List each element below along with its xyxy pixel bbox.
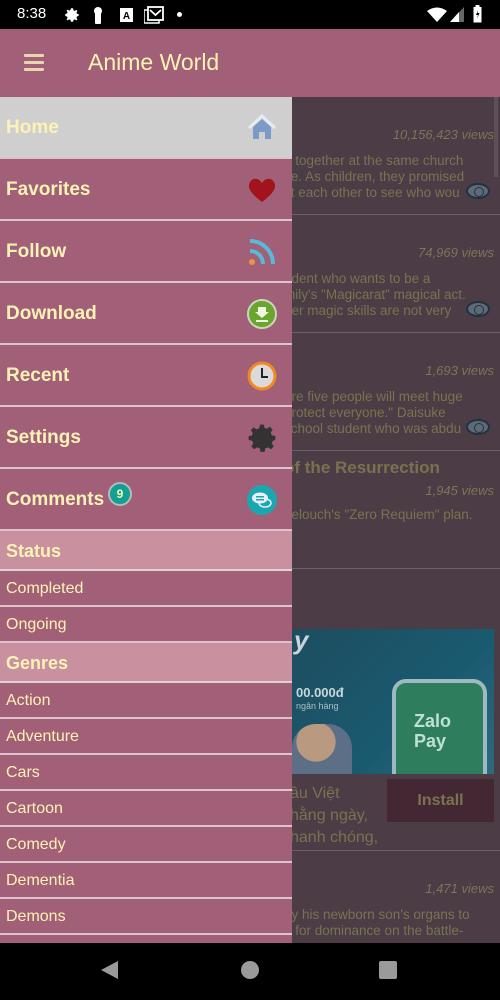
ad-text-line: hằng ngày, xyxy=(290,807,368,824)
home-button[interactable] xyxy=(241,961,259,979)
view-count: 1,945 views xyxy=(425,483,494,498)
status-item-completed[interactable]: Completed xyxy=(0,571,292,607)
description-line: ay his newborn son's organs to xyxy=(284,907,470,922)
description-line: ce. As children, they promised xyxy=(284,169,465,184)
ad-brand-line1: Zalo xyxy=(414,711,452,731)
hamburger-icon[interactable] xyxy=(24,54,44,72)
view-count: 74,969 views xyxy=(418,245,494,260)
system-nav-bar xyxy=(0,943,500,1000)
genre-item-adventure[interactable]: Adventure xyxy=(0,719,292,755)
ad-text-line: ầu Việt xyxy=(290,785,340,802)
description-line: protect everyone." Daisuke xyxy=(284,405,446,420)
section-header-status: Status xyxy=(0,531,292,571)
comments-badge: 9 xyxy=(108,482,132,506)
view-count: 1,471 views xyxy=(425,881,494,896)
description-line: Lelouch's "Zero Requiem" plan. xyxy=(284,507,473,522)
app-bar: Anime World xyxy=(0,29,500,97)
wifi-icon xyxy=(427,7,447,22)
recents-button[interactable] xyxy=(379,961,397,979)
genre-item-demons[interactable]: Demons xyxy=(0,899,292,935)
ad-amount: 00.000đ xyxy=(296,685,344,700)
genre-item-dementia[interactable]: Dementia xyxy=(0,863,292,899)
view-count: 10,156,423 views xyxy=(392,127,494,142)
nav-item-home[interactable]: Home xyxy=(0,97,292,159)
scrollbar[interactable] xyxy=(494,97,498,177)
nav-item-download[interactable]: Download xyxy=(0,283,292,345)
nav-label: Download xyxy=(6,303,97,324)
settings-icon xyxy=(65,8,79,22)
description-line: udent who wants to be a xyxy=(284,271,431,286)
navigation-drawer: Home Favorites Follow Download Recent Se… xyxy=(0,97,292,943)
ad-text-line: hanh chóng, xyxy=(290,829,379,846)
nav-item-follow[interactable]: Follow xyxy=(0,221,292,283)
ad-subtext: ngân hàng xyxy=(296,701,339,711)
description-line: e for dominance on the battle- xyxy=(284,923,464,938)
nav-label: Home xyxy=(6,117,59,138)
home-icon xyxy=(247,113,277,139)
nav-label: Comments xyxy=(6,489,105,510)
nav-item-recent[interactable]: Recent xyxy=(0,345,292,407)
font-a-icon: A xyxy=(120,8,133,22)
nav-item-settings[interactable]: Settings xyxy=(0,407,292,469)
anime-title: of the Resurrection xyxy=(284,458,440,477)
nav-label: Favorites xyxy=(6,179,91,200)
nav-label: Settings xyxy=(6,427,81,448)
section-header-genres: Genres xyxy=(0,643,292,683)
ad-brand-line2: Pay xyxy=(414,731,447,751)
signal-icon xyxy=(450,7,464,22)
description-line: mily's "Magicarat" magical act. xyxy=(284,287,466,302)
eye-icon xyxy=(466,301,490,317)
nav-item-favorites[interactable]: Favorites xyxy=(0,159,292,221)
chat-icon xyxy=(247,485,277,515)
keyhole-icon xyxy=(94,7,102,24)
status-time: 8:38 xyxy=(17,5,47,22)
status-bar: 8:38 A xyxy=(0,0,500,29)
ad-phone-illustration: Zalo Pay xyxy=(392,679,487,774)
nav-label: Recent xyxy=(6,365,70,386)
ad-person-illustration xyxy=(292,724,352,774)
gear-icon xyxy=(248,424,276,452)
genre-item-cartoon[interactable]: Cartoon xyxy=(0,791,292,827)
svg-text:A: A xyxy=(123,11,130,22)
rss-icon xyxy=(249,239,275,265)
battery-charging-icon xyxy=(473,5,482,23)
eye-icon xyxy=(466,183,490,199)
gmail-icon xyxy=(144,6,164,24)
download-icon xyxy=(247,299,277,329)
ad-banner-image[interactable]: y 00.000đ ngân hàng Zalo Pay xyxy=(292,629,494,774)
ad-text: ầu Việt hằng ngày, hanh chóng, xyxy=(290,783,378,849)
install-button[interactable]: Install xyxy=(387,779,494,822)
status-item-ongoing[interactable]: Ongoing xyxy=(0,607,292,643)
back-button[interactable] xyxy=(101,961,118,979)
description-line: d together at the same church xyxy=(284,153,464,168)
nav-label: Follow xyxy=(6,241,67,262)
heart-icon xyxy=(248,178,276,202)
genre-item-action[interactable]: Action xyxy=(0,683,292,719)
genre-item-comedy[interactable]: Comedy xyxy=(0,827,292,863)
ad-headline: y xyxy=(294,629,309,655)
clock-icon xyxy=(247,361,277,391)
description-line: ere five people will meet huge xyxy=(284,389,463,404)
genre-item-cars[interactable]: Cars xyxy=(0,755,292,791)
app-title: Anime World xyxy=(88,49,220,75)
nav-item-comments[interactable]: Comments 9 xyxy=(0,469,292,531)
eye-icon xyxy=(466,419,490,435)
dot-icon xyxy=(177,12,182,17)
view-count: 1,693 views xyxy=(425,363,494,378)
